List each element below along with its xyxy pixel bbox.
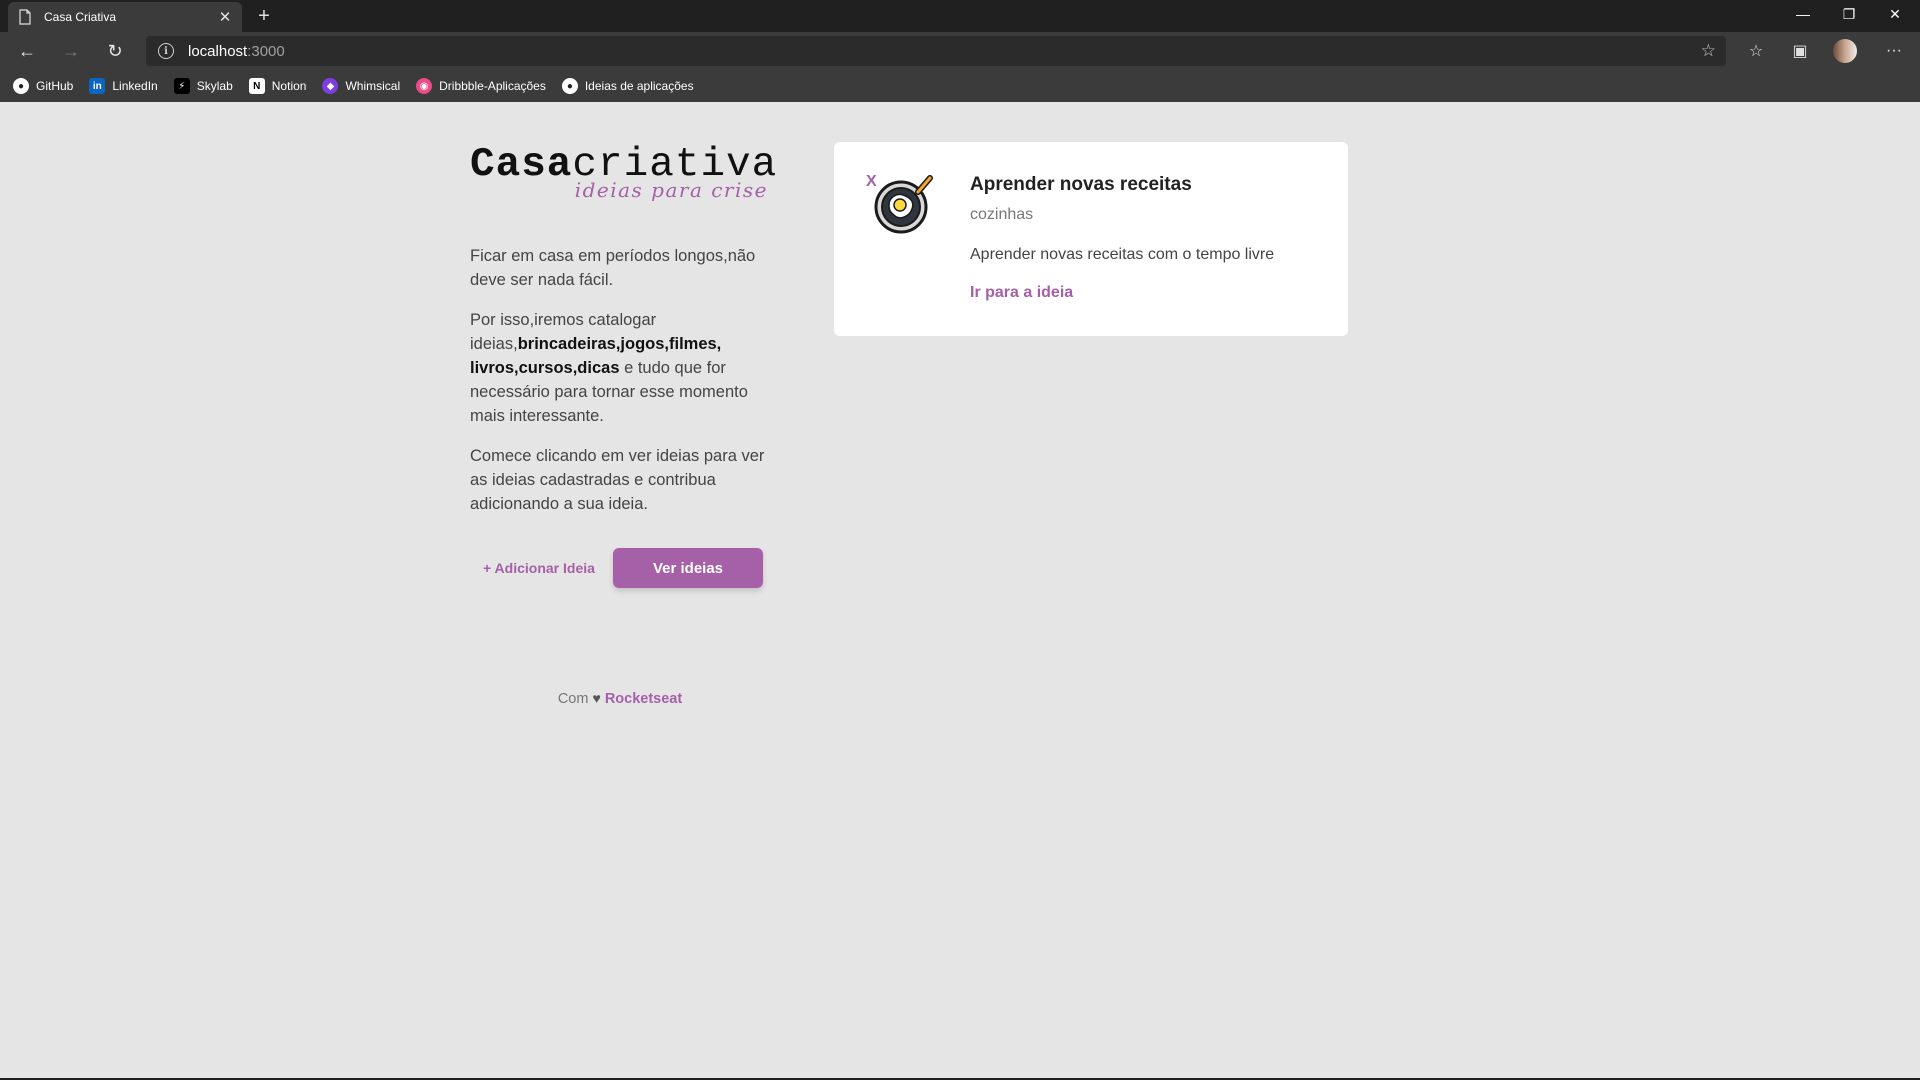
bookmark-dribbble[interactable]: ◉ Dribbble-Aplicações <box>416 78 546 94</box>
back-icon[interactable]: ← <box>12 37 42 65</box>
favorite-star-icon[interactable]: ☆ <box>1701 41 1716 61</box>
page-icon <box>19 9 31 25</box>
logo-tagline: ideias para crise <box>574 178 768 202</box>
close-window-icon[interactable]: ✕ <box>1872 0 1918 28</box>
browser-tab[interactable]: Casa Criativa ✕ <box>8 2 242 32</box>
more-menu-icon[interactable]: ··· <box>1879 37 1909 65</box>
footer: Com ♥ Rocketseat <box>557 690 683 707</box>
actions: + Adicionar Ideia Ver ideias <box>470 548 770 590</box>
minimize-icon[interactable]: — <box>1780 0 1826 28</box>
heart-icon: ♥ <box>592 690 601 706</box>
bookmark-ideias[interactable]: ● Ideias de aplicações <box>561 78 694 94</box>
bookmark-notion[interactable]: N Notion <box>248 78 306 94</box>
idea-title: Aprender novas receitas <box>970 174 1192 195</box>
idea-card: X Aprender novas receitas cozinhas Apren… <box>834 142 1348 336</box>
reload-icon[interactable]: ↻ <box>100 37 130 65</box>
intro-paragraph-3: Comece clicando em ver ideias para ver a… <box>470 447 765 513</box>
bookmark-github[interactable]: ● GitHub <box>13 78 73 94</box>
bookmarks-bar: ● GitHub in LinkedIn ⚡ Skylab N Notion ◆… <box>0 70 1920 102</box>
rocketseat-link[interactable]: Rocketseat <box>605 691 682 707</box>
close-tab-icon[interactable]: ✕ <box>218 8 232 26</box>
intro-column: Casacriativa ideias para crise Ficar em … <box>470 142 776 707</box>
add-idea-link[interactable]: + Adicionar Ideia <box>483 560 595 576</box>
bookmark-skylab[interactable]: ⚡ Skylab <box>173 78 233 94</box>
linkedin-icon: in <box>89 78 106 94</box>
skylab-icon: ⚡ <box>173 78 190 94</box>
restore-icon[interactable]: ❐ <box>1826 0 1872 28</box>
new-tab-icon[interactable]: + <box>252 4 276 28</box>
browser-toolbar: ← → ↻ i localhost:3000 ☆ ☆ ▣ ··· <box>0 32 1920 70</box>
idea-category: cozinhas <box>970 206 1034 223</box>
logo: Casacriativa ideias para crise <box>470 142 776 212</box>
page-content: Casacriativa ideias para crise Ficar em … <box>0 102 1920 1078</box>
github-icon: ● <box>13 78 29 94</box>
frying-pan-egg-icon <box>874 175 933 234</box>
address-bar[interactable]: i localhost:3000 ☆ <box>146 36 1726 66</box>
bookmark-whimsical[interactable]: ◆ Whimsical <box>322 78 400 94</box>
dribbble-icon: ◉ <box>416 78 433 94</box>
forward-icon[interactable]: → <box>56 37 86 65</box>
go-to-idea-link[interactable]: Ir para a ideia <box>970 284 1073 302</box>
url-text: localhost:3000 <box>188 42 285 60</box>
intro-text: Ficar em casa em períodos longos,não dev… <box>470 244 770 516</box>
profile-avatar[interactable] <box>1833 39 1857 63</box>
idea-description: Aprender novas receitas com o tempo livr… <box>970 246 1275 263</box>
bookmark-linkedin[interactable]: in LinkedIn <box>89 78 158 94</box>
github-icon: ● <box>561 78 578 94</box>
intro-paragraph-1: Ficar em casa em períodos longos,não dev… <box>470 247 756 289</box>
collections-icon[interactable]: ▣ <box>1785 37 1815 65</box>
remove-idea-button[interactable]: X <box>866 173 877 191</box>
view-ideas-button[interactable]: Ver ideias <box>613 548 763 588</box>
favorites-list-icon[interactable]: ☆ <box>1741 37 1771 65</box>
info-icon[interactable]: i <box>158 43 174 59</box>
whimsical-icon: ◆ <box>322 78 339 94</box>
intro-paragraph-2: Por isso,iremos catalogar ideias,brincad… <box>470 311 748 425</box>
notion-icon: N <box>248 78 265 94</box>
title-bar: Casa Criativa ✕ + — ❐ ✕ <box>0 0 1920 32</box>
tab-title: Casa Criativa <box>44 10 117 24</box>
